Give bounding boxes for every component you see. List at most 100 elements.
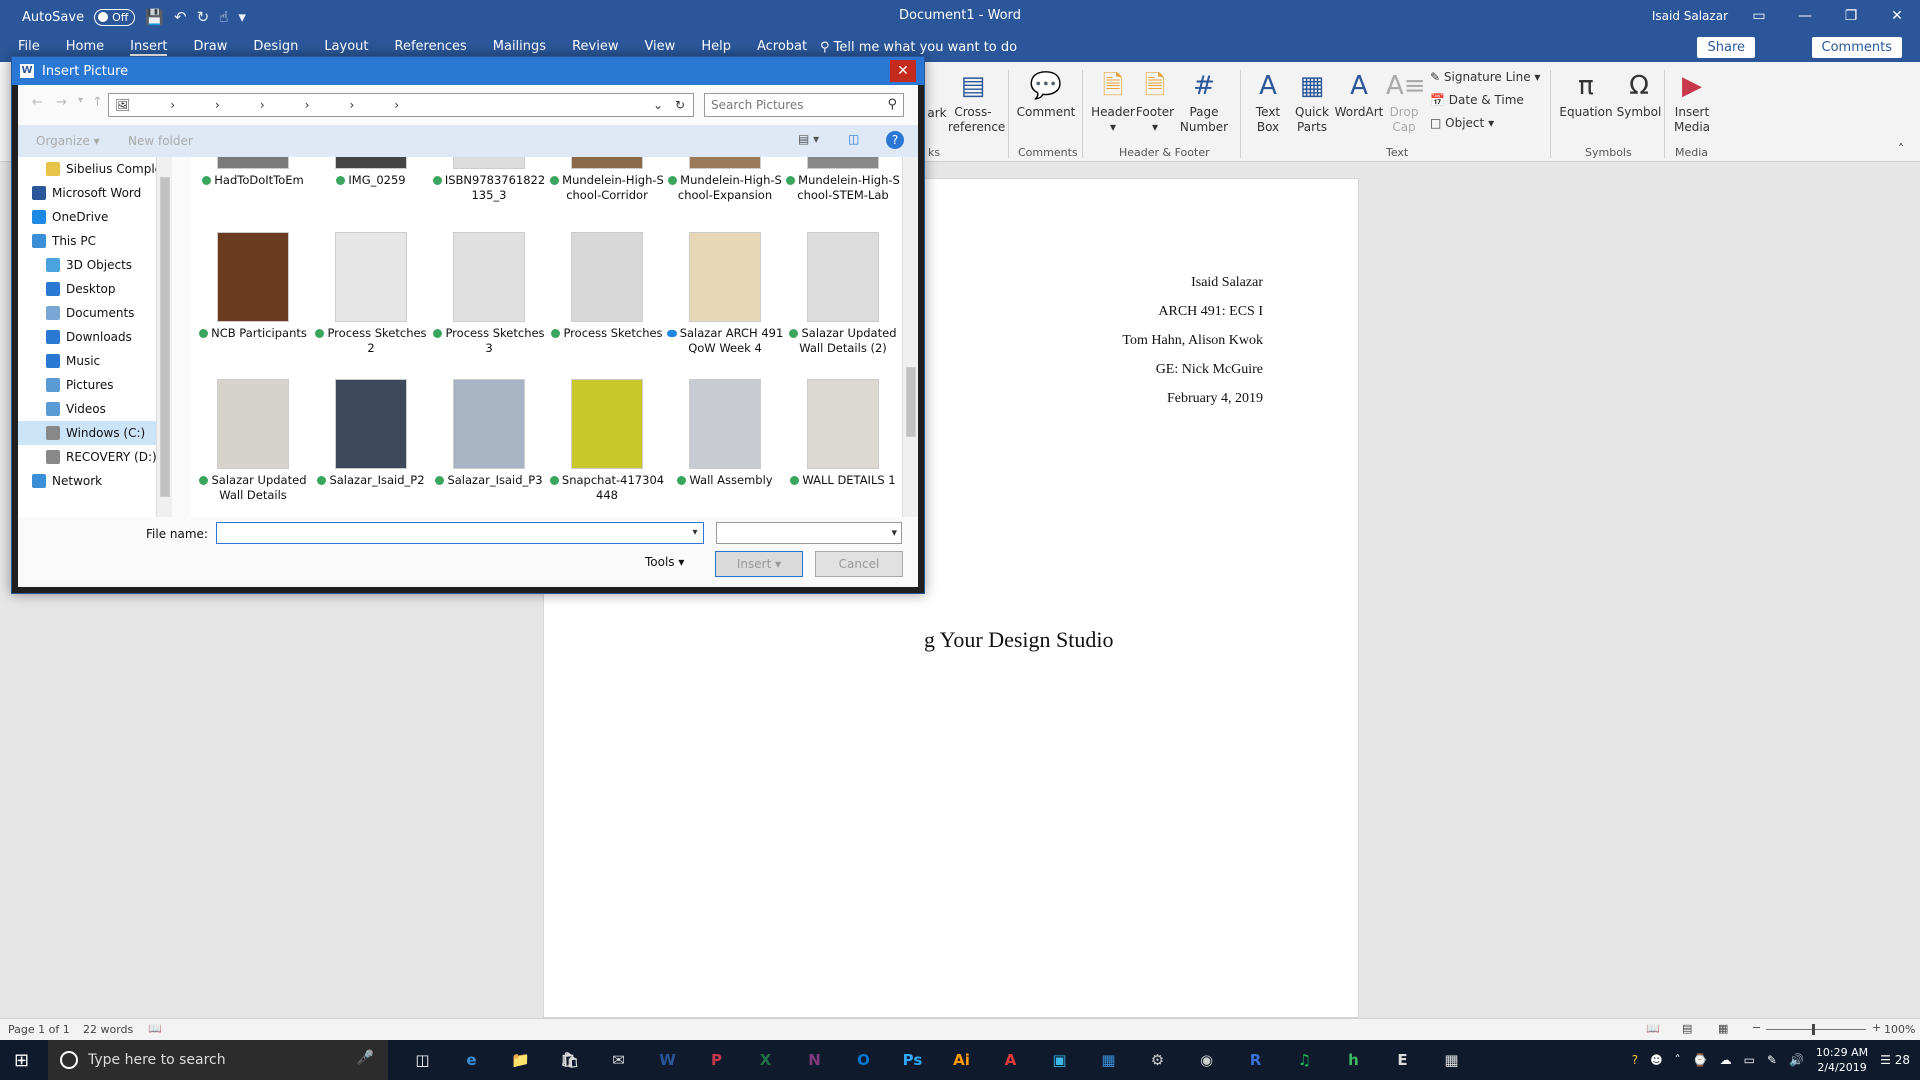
breadcrumb-separator[interactable]: › [170, 98, 175, 112]
nav-item-microsoft-word[interactable]: Microsoft Word [18, 181, 168, 205]
nav-item-this-pc[interactable]: This PC [18, 229, 168, 253]
file-tile[interactable]: ISBN9783761822135_3 [430, 157, 548, 203]
word-taskbar-icon[interactable]: W [643, 1040, 692, 1080]
preview-pane-icon[interactable]: ◫ [848, 132, 859, 146]
nav-item-network[interactable]: Network [18, 469, 168, 493]
people-icon[interactable]: ☻ [1650, 1053, 1663, 1067]
file-type-select[interactable]: ▾ [716, 522, 902, 544]
word-count[interactable]: 22 words [83, 1023, 133, 1036]
tab-file[interactable]: File [18, 39, 40, 56]
address-dropdown-icon[interactable]: ⌄ [653, 98, 663, 112]
drop-cap-button[interactable]: A≡ Drop Cap [1386, 70, 1426, 135]
breadcrumb-separator[interactable]: › [215, 98, 220, 112]
tab-view[interactable]: View [644, 39, 675, 56]
zoom-out-icon[interactable]: − [1752, 1021, 1761, 1034]
nav-item-music[interactable]: Music [18, 349, 168, 373]
zoom-slider-thumb[interactable] [1812, 1024, 1815, 1035]
header-button[interactable]: 🗎 Header ▾ [1090, 70, 1136, 135]
tab-help[interactable]: Help [701, 39, 731, 56]
tab-home[interactable]: Home [66, 39, 104, 56]
read-mode-icon[interactable]: 📖 [1646, 1022, 1660, 1035]
nav-item-documents[interactable]: Documents [18, 301, 168, 325]
file-tile[interactable]: Wall Assembly [666, 379, 784, 488]
onedrive-tray-icon[interactable]: ☁ [1720, 1053, 1732, 1067]
cancel-button[interactable]: Cancel [815, 551, 903, 577]
breadcrumb-separator[interactable]: › [305, 98, 310, 112]
file-tile[interactable]: NCB Participants [194, 232, 312, 341]
action-center-icon[interactable]: ☰ 28 [1880, 1053, 1910, 1067]
restore-icon[interactable]: ❐ [1828, 0, 1874, 32]
file-tile[interactable]: IMG_0259 [312, 157, 430, 188]
signature-line-button[interactable]: ✎ Signature Line ▾ [1430, 70, 1540, 84]
equation-button[interactable]: π Equation [1558, 70, 1614, 120]
epic-games-icon[interactable]: E [1378, 1040, 1427, 1080]
pen-icon[interactable]: ✎ [1767, 1053, 1777, 1067]
nav-item-videos[interactable]: Videos [18, 397, 168, 421]
excel-icon[interactable]: X [741, 1040, 790, 1080]
onenote-icon[interactable]: N [790, 1040, 839, 1080]
network-icon[interactable]: ⌚ [1693, 1053, 1708, 1067]
footer-button[interactable]: 🗎 Footer ▾ [1134, 70, 1176, 135]
nav-item-pictures[interactable]: Pictures [18, 373, 168, 397]
taskbar-search[interactable]: Type here to search 🎤 [48, 1040, 388, 1080]
task-view-icon[interactable]: ◫ [398, 1040, 447, 1080]
quick-parts-button[interactable]: ▦ Quick Parts [1290, 70, 1334, 135]
page-count[interactable]: Page 1 of 1 [8, 1023, 70, 1036]
text-box-button[interactable]: A Text Box [1248, 70, 1288, 135]
symbol-button[interactable]: Ω Symbol [1614, 70, 1664, 120]
battery-icon[interactable]: ▭ [1744, 1053, 1755, 1067]
clock[interactable]: 10:29 AM 2/4/2019 [1816, 1045, 1868, 1075]
nav-pane-scroll-thumb[interactable] [160, 177, 170, 497]
tab-references[interactable]: References [395, 39, 467, 56]
file-tile[interactable]: Salazar Updated Wall Details [194, 379, 312, 503]
volume-icon[interactable]: 🔊 [1789, 1053, 1804, 1067]
obs-icon[interactable]: ◉ [1182, 1040, 1231, 1080]
change-view-icon[interactable]: ▤ ▾ [798, 132, 819, 146]
file-tile[interactable]: Salazar ARCH 491 QoW Week 4 [666, 232, 784, 356]
print-layout-icon[interactable]: ▤ [1682, 1022, 1692, 1035]
zoom-slider[interactable] [1766, 1029, 1866, 1030]
steam-icon[interactable]: ⚙ [1133, 1040, 1182, 1080]
back-icon[interactable]: ← [32, 95, 43, 110]
illustrator-icon[interactable]: Ai [937, 1040, 986, 1080]
outlook-icon[interactable]: O [839, 1040, 888, 1080]
nav-item-downloads[interactable]: Downloads [18, 325, 168, 349]
start-icon[interactable]: ⊞ [14, 1050, 29, 1071]
calculator-icon[interactable]: ▦ [1427, 1040, 1476, 1080]
file-explorer-icon[interactable]: 📁 [496, 1040, 545, 1080]
file-grid-scroll-thumb[interactable] [906, 367, 916, 437]
tools-button[interactable]: Tools ▾ [645, 555, 684, 569]
comments-button[interactable]: Comments [1811, 37, 1902, 58]
new-folder-button[interactable]: New folder [128, 134, 193, 148]
help-icon[interactable]: ? [1632, 1053, 1638, 1067]
tab-design[interactable]: Design [253, 39, 298, 56]
forward-icon[interactable]: → [56, 95, 67, 110]
minimize-icon[interactable]: — [1782, 0, 1828, 32]
file-tile[interactable]: Mundelein-High-School-STEM-Lab [784, 157, 902, 203]
comment-button[interactable]: 💬 Comment [1016, 70, 1076, 120]
nav-pane-scrollbar[interactable] [156, 157, 172, 517]
search-input[interactable]: Search Pictures ⚲ [704, 93, 904, 117]
nav-item-windows-c[interactable]: Windows (C:) [18, 421, 168, 445]
tab-draw[interactable]: Draw [193, 39, 227, 56]
nav-item-sibelius-comple[interactable]: Sibelius Comple [18, 157, 168, 181]
instagram-icon[interactable]: ▣ [1035, 1040, 1084, 1080]
proofing-icon[interactable]: 📖 [148, 1022, 162, 1035]
photos-icon[interactable]: ▦ [1084, 1040, 1133, 1080]
file-grid-scrollbar[interactable] [902, 157, 918, 517]
file-tile[interactable]: Mundelein-High-School-Expansion [666, 157, 784, 203]
revit-icon[interactable]: R [1231, 1040, 1280, 1080]
cross-reference-button[interactable]: ▤ Cross- reference [948, 70, 1005, 135]
photoshop-icon[interactable]: Ps [888, 1040, 937, 1080]
dialog-title-bar[interactable]: W Insert Picture ✕ [12, 57, 924, 85]
show-hidden-icons-icon[interactable]: ˄ [1675, 1053, 1681, 1067]
web-layout-icon[interactable]: ▦ [1718, 1022, 1728, 1035]
nav-item-onedrive[interactable]: OneDrive [18, 205, 168, 229]
hulu-icon[interactable]: h [1329, 1040, 1378, 1080]
tab-layout[interactable]: Layout [324, 39, 368, 56]
mail-icon[interactable]: ✉ [594, 1040, 643, 1080]
spotify-icon[interactable]: ♫ [1280, 1040, 1329, 1080]
address-bar[interactable]: 🖼 › › › › › › ⌄ ↻ [108, 93, 694, 117]
file-tile[interactable]: WALL DETAILS 1 [784, 379, 902, 488]
microphone-icon[interactable]: 🎤 [357, 1050, 374, 1066]
